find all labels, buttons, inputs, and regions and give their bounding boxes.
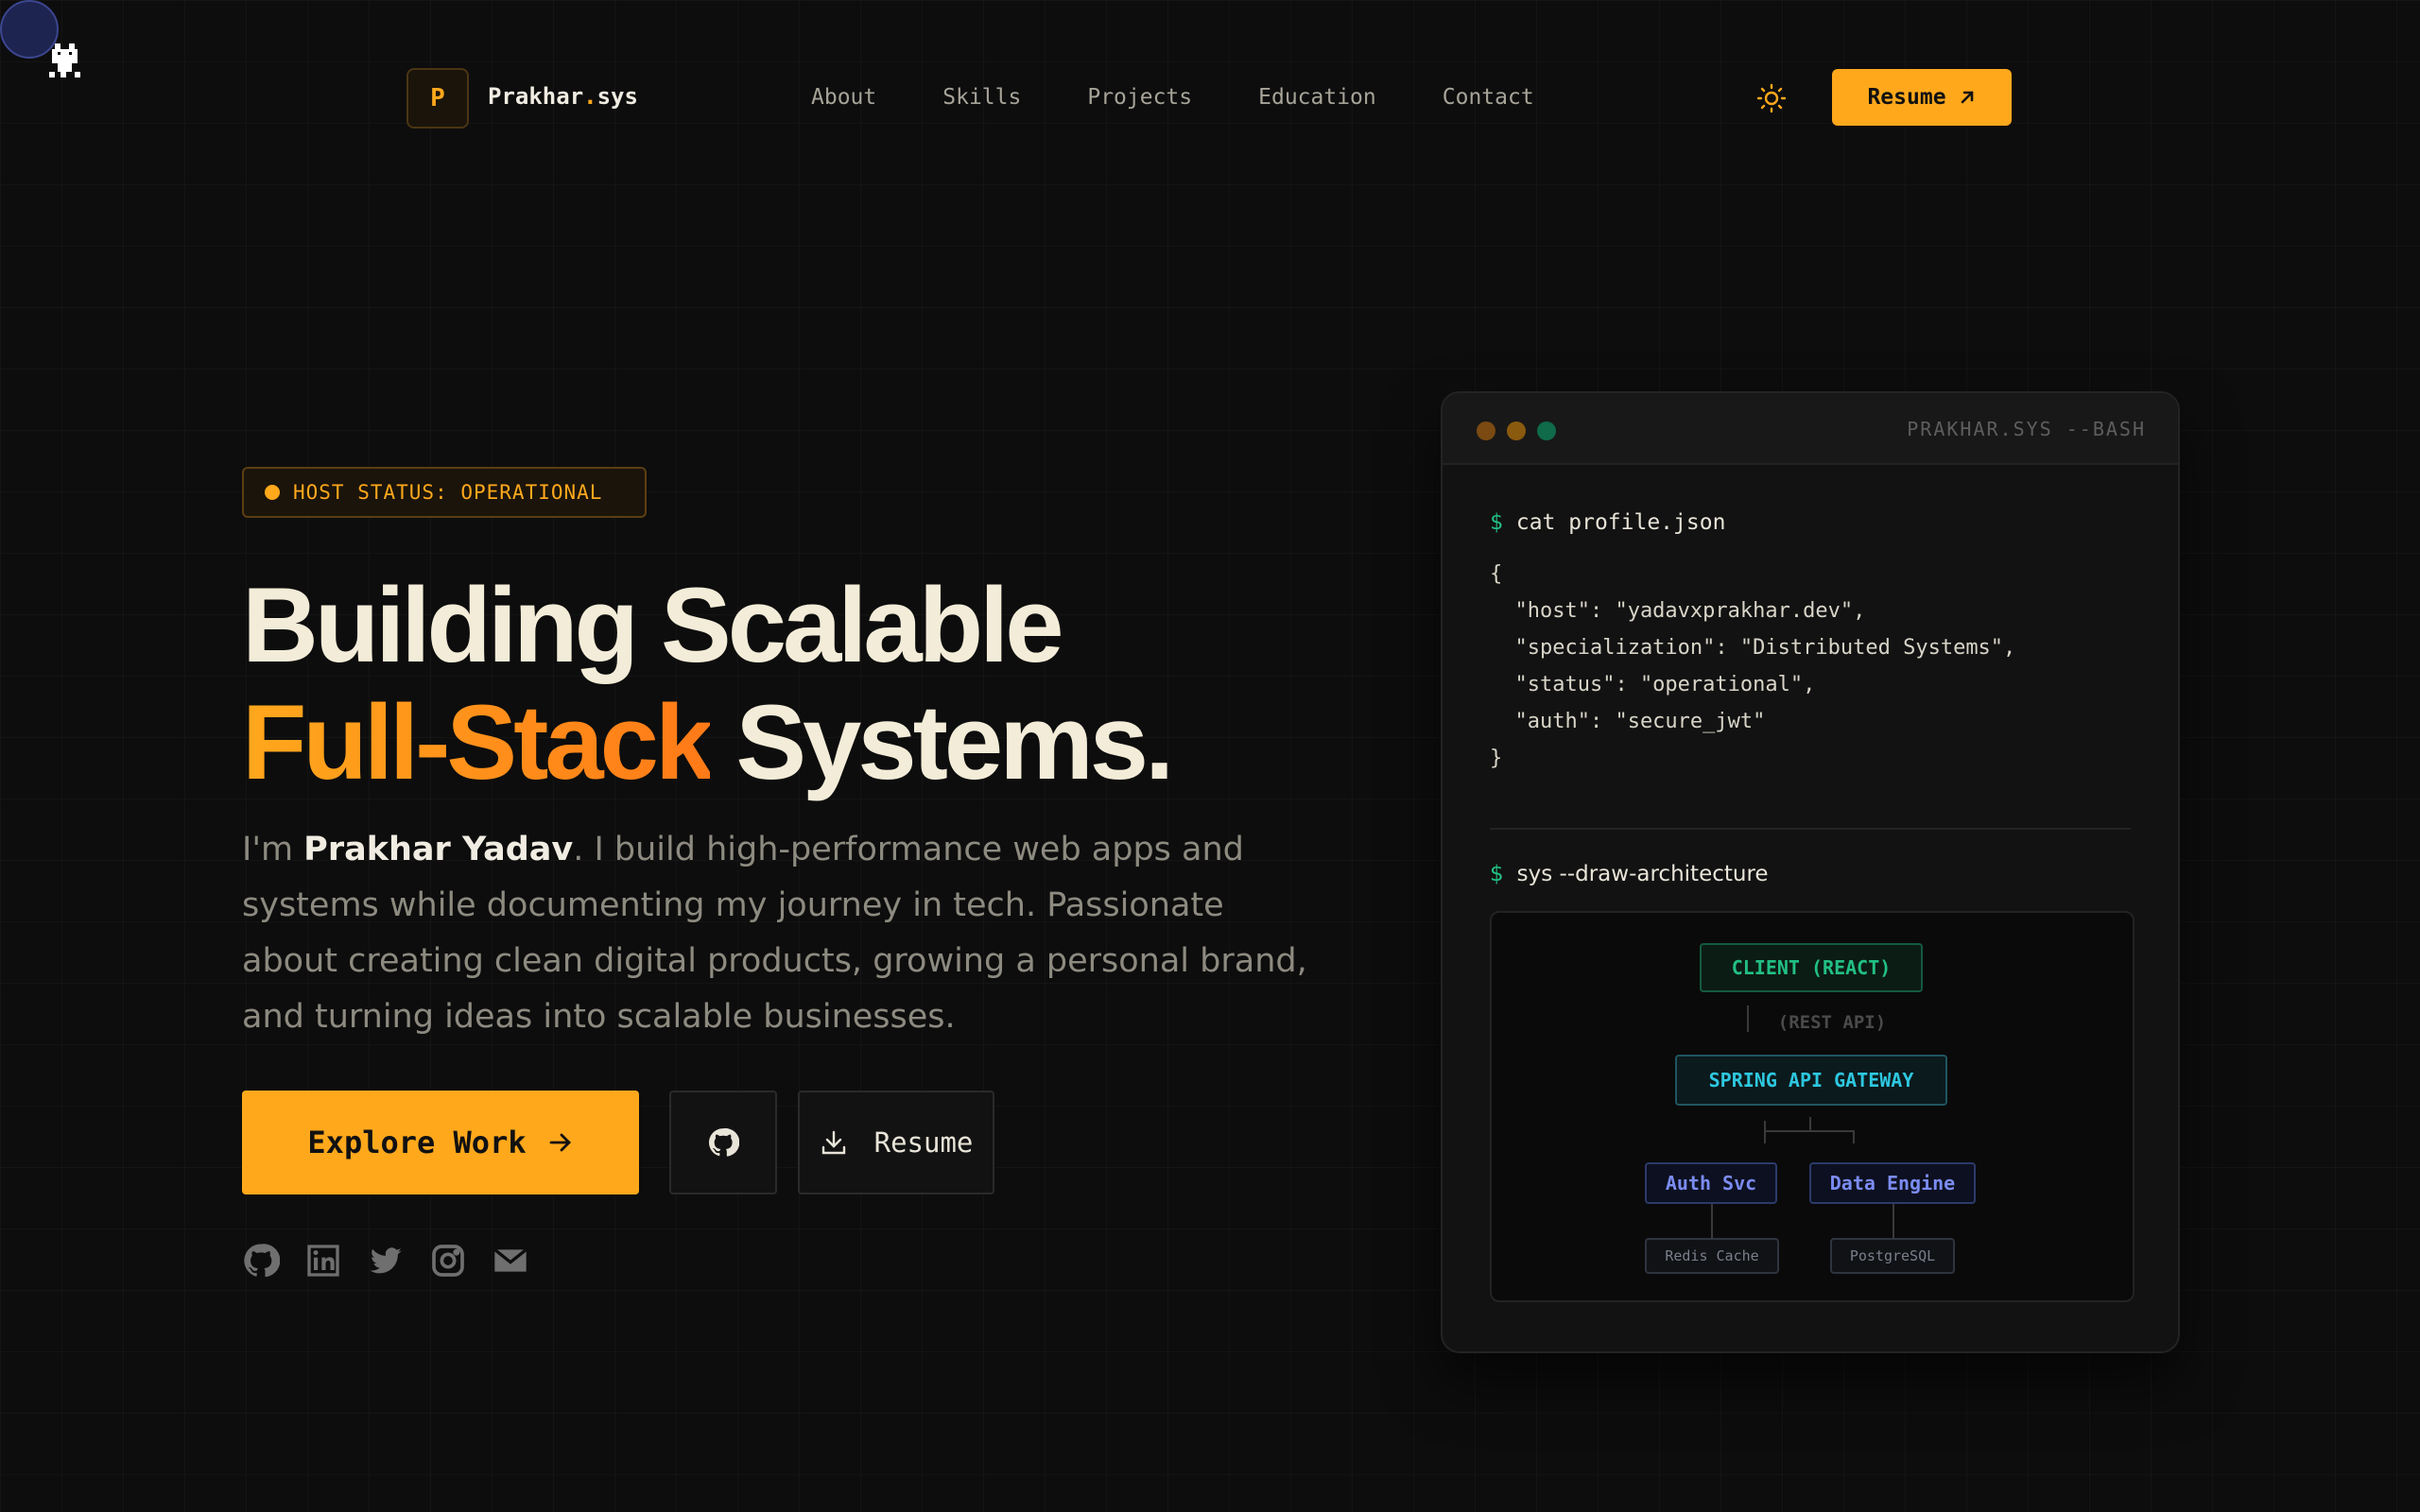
github-icon[interactable] (242, 1242, 281, 1280)
twitter-icon[interactable] (367, 1242, 405, 1280)
logo-badge[interactable]: P (406, 68, 469, 129)
connector-line (1809, 1117, 1811, 1130)
connector-line (1764, 1130, 1855, 1132)
window-dot-icon (1507, 421, 1526, 440)
brand-name[interactable]: Prakhar.sys (488, 83, 638, 110)
connector-line (1711, 1204, 1713, 1238)
arrow-right-icon (549, 1133, 571, 1152)
nav-link-education[interactable]: Education (1258, 85, 1376, 110)
github-icon (708, 1127, 739, 1157)
nav-link-projects[interactable]: Projects (1087, 85, 1192, 110)
terminal-title: PRAKHAR.SYS --BASH (1907, 418, 2146, 440)
nav-link-about[interactable]: About (811, 85, 876, 110)
hero-intro: I'm Prakhar Yadav. I build high-performa… (242, 831, 1307, 1036)
hero-headline: Building Scalable Full-Stack Systems. (242, 566, 1174, 801)
arrow-up-right-icon (1961, 91, 1973, 104)
theme-toggle-sun-icon[interactable] (1756, 83, 1787, 113)
profile-json: { "host": "yadavxprakhar.dev", "speciali… (1490, 562, 2016, 770)
node-data-engine: Data Engine (1809, 1162, 1976, 1204)
instagram-icon[interactable] (429, 1242, 467, 1280)
resume-button[interactable]: Resume (1832, 69, 2012, 126)
window-dot-icon (1537, 421, 1556, 440)
linkedin-icon[interactable] (304, 1242, 342, 1280)
connector-line (1893, 1204, 1894, 1238)
node-postgres: PostgreSQL (1830, 1238, 1955, 1274)
window-dot-icon (1477, 421, 1495, 440)
pixel-cat-icon (49, 43, 80, 77)
nav-link-skills[interactable]: Skills (942, 85, 1021, 110)
mail-icon[interactable] (492, 1242, 529, 1280)
explore-work-button[interactable]: Explore Work (242, 1091, 639, 1194)
host-status-badge: HOST STATUS: OPERATIONAL (242, 467, 647, 518)
headline-accent: Full-Stack (242, 683, 714, 801)
github-button[interactable] (669, 1091, 777, 1194)
connector-line (1764, 1121, 1766, 1143)
download-resume-button[interactable]: Resume (798, 1091, 994, 1194)
connector-line (1853, 1130, 1855, 1143)
terminal-command: $ sys --draw-architecture (1490, 862, 1769, 886)
status-dot-icon (265, 485, 280, 500)
download-icon (821, 1130, 845, 1155)
terminal-divider (1490, 828, 2131, 830)
connector-line (1747, 1005, 1749, 1032)
top-nav: P Prakhar.sys About Skills Projects Educ… (406, 68, 2014, 129)
node-redis: Redis Cache (1645, 1238, 1779, 1274)
label-rest-api: (REST API) (1777, 1012, 1887, 1033)
terminal-window: PRAKHAR.SYS --BASH $ cat profile.json { "… (1441, 391, 2180, 1353)
node-client: CLIENT (REACT) (1700, 943, 1923, 992)
node-auth-svc: Auth Svc (1645, 1162, 1777, 1204)
social-links (242, 1242, 529, 1280)
node-gateway: SPRING API GATEWAY (1675, 1055, 1947, 1106)
nav-links: About Skills Projects Education Contact (811, 85, 1534, 110)
architecture-diagram: CLIENT (REACT) (REST API) SPRING API GAT… (1490, 911, 2135, 1302)
terminal-command: $ cat profile.json (1490, 510, 1726, 535)
nav-link-contact[interactable]: Contact (1443, 85, 1534, 110)
terminal-titlebar: PRAKHAR.SYS --BASH (1443, 393, 2178, 465)
